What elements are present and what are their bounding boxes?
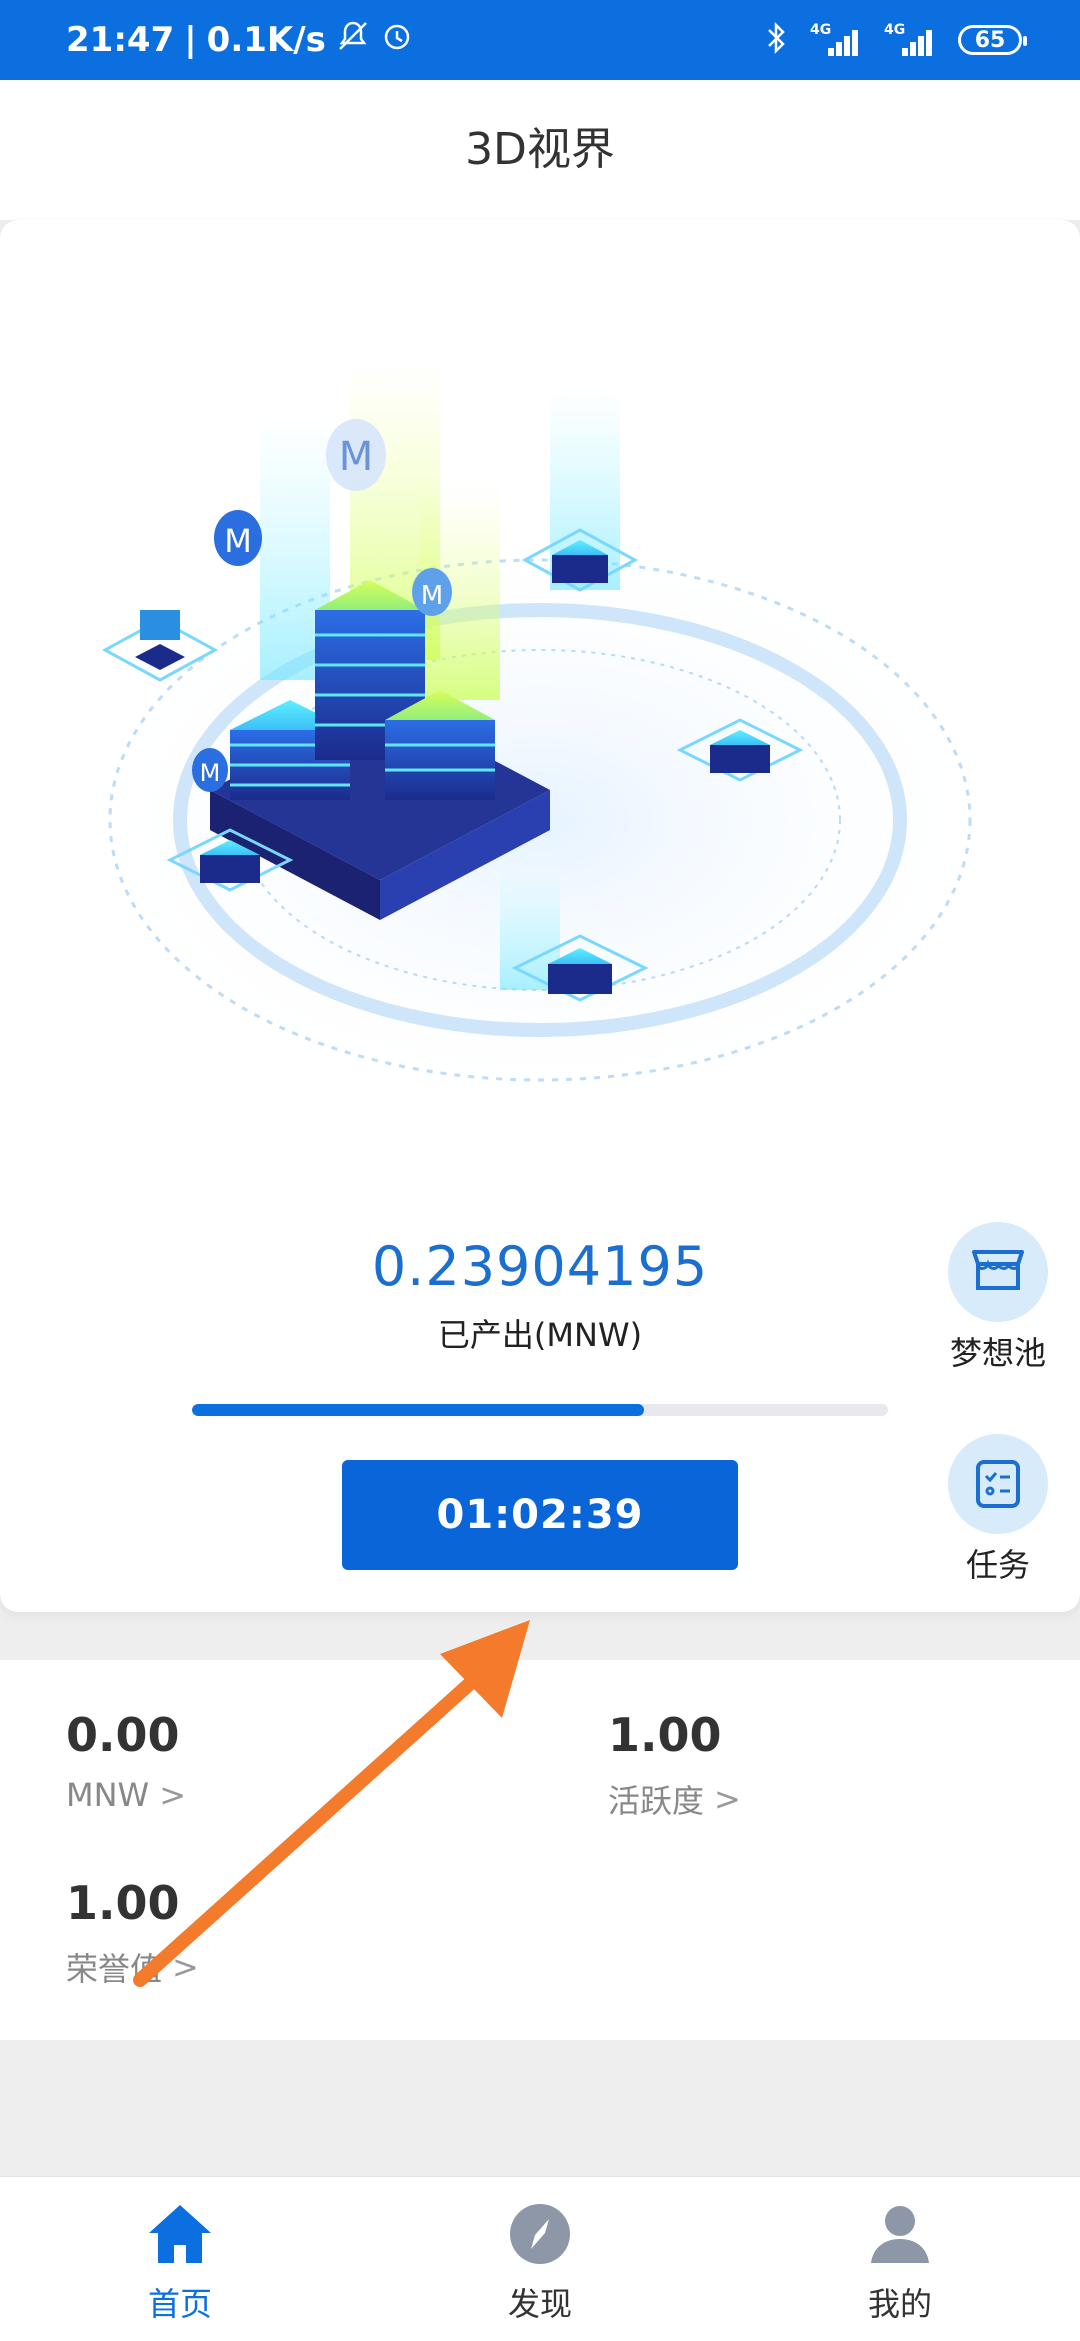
nav-discover[interactable]: 发现	[440, 2201, 640, 2325]
task-button[interactable]: 任务	[928, 1434, 1068, 1586]
battery-indicator: 65	[958, 25, 1027, 55]
dream-pool-label: 梦想池	[949, 1334, 1046, 1372]
nav-home[interactable]: 首页	[80, 2201, 280, 2325]
mined-amount-label: 已产出(MNW)	[437, 1316, 643, 1354]
signal-icon-2: 4G	[884, 22, 936, 58]
chevron-right-icon: >	[714, 1780, 741, 1818]
hero-illustration: M M M M	[70, 360, 1010, 1120]
store-icon	[948, 1222, 1048, 1322]
stat-activity[interactable]: 1.00 活跃度 >	[608, 1708, 741, 1822]
page-title: 3D视界	[465, 124, 615, 175]
mining-progress-fill	[192, 1404, 645, 1416]
mining-timer-button[interactable]: 01:02:39	[342, 1460, 738, 1570]
svg-text:M: M	[200, 759, 221, 787]
nav-mine[interactable]: 我的	[800, 2201, 1000, 2325]
profile-icon	[871, 2206, 929, 2263]
svg-text:M: M	[224, 522, 252, 560]
task-list-icon	[948, 1434, 1048, 1534]
stat-label: 活跃度	[608, 1782, 705, 1820]
status-time: 21:47	[66, 20, 175, 60]
title-bar: 3D视界	[0, 80, 1080, 220]
dream-pool-button[interactable]: 梦想池	[928, 1222, 1068, 1374]
task-label: 任务	[965, 1546, 1030, 1584]
alarm-clock-icon	[380, 19, 414, 62]
stat-value: 1.00	[608, 1708, 722, 1762]
signal-icon: 4G	[810, 22, 862, 58]
svg-text:M: M	[339, 434, 374, 480]
bottom-navigation: 首页 发现 我的	[0, 2176, 1080, 2341]
nav-discover-label: 发现	[507, 2285, 572, 2323]
status-bar: 21:47 | 0.1K/s 4G 4G 65	[0, 0, 1080, 80]
network-speed: 0.1K/s	[206, 20, 326, 60]
compass-icon	[510, 2204, 570, 2264]
mined-amount: 0.23904195	[371, 1235, 709, 1298]
nav-home-label: 首页	[147, 2285, 212, 2323]
mining-timer: 01:02:39	[436, 1492, 644, 1538]
svg-text:M: M	[421, 581, 443, 611]
mute-bell-icon	[336, 19, 370, 62]
mining-progress-bar	[192, 1404, 888, 1416]
annotation-arrow	[133, 1620, 530, 1987]
nav-mine-label: 我的	[867, 2285, 932, 2323]
mining-card: M M M M 0.23904195 已产出(MNW) 01:02:39 梦想池…	[0, 220, 1080, 1612]
bluetooth-icon	[764, 20, 788, 60]
home-icon	[149, 2205, 211, 2263]
